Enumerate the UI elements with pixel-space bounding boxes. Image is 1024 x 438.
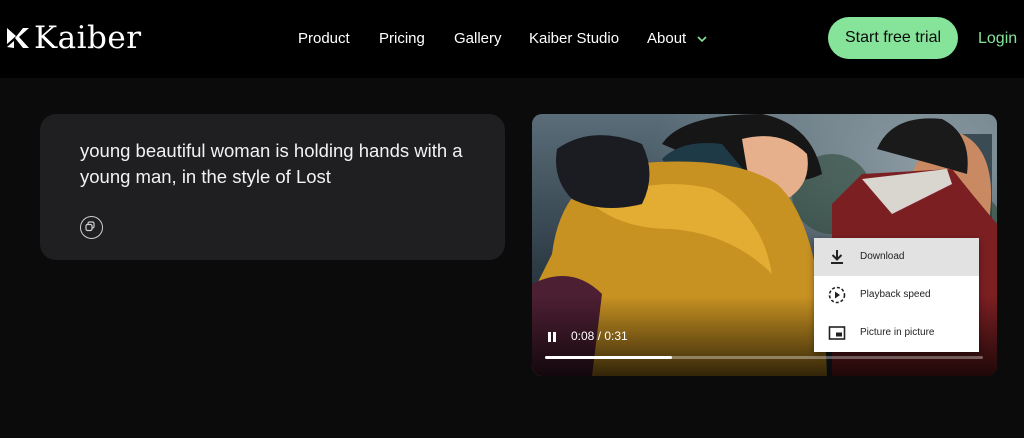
copy-icon	[84, 220, 95, 231]
progress-bar[interactable]	[545, 356, 983, 359]
menu-item-picture-in-picture[interactable]: Picture in picture	[814, 314, 979, 352]
login-link[interactable]: Login	[978, 28, 1017, 50]
progress-fill	[545, 356, 673, 359]
nav-kaiber-studio[interactable]: Kaiber Studio	[529, 28, 619, 50]
nav-pricing[interactable]: Pricing	[379, 28, 425, 50]
video-options-menu: Download Playback speed Picture in pictu…	[814, 238, 979, 352]
nav-gallery[interactable]: Gallery	[454, 28, 502, 50]
menu-label-picture-in-picture: Picture in picture	[860, 327, 935, 338]
brand-name: Kaiber	[34, 20, 142, 56]
picture-in-picture-icon	[828, 326, 846, 340]
playback-speed-icon	[828, 286, 846, 304]
pause-icon[interactable]	[546, 331, 558, 343]
copy-prompt-button[interactable]	[80, 216, 103, 239]
menu-item-playback-speed[interactable]: Playback speed	[814, 276, 979, 314]
nav-product[interactable]: Product	[298, 28, 350, 50]
nav-about[interactable]: About	[647, 28, 686, 50]
kaiber-logo[interactable]: Kaiber	[4, 20, 142, 56]
menu-item-download[interactable]: Download	[814, 238, 979, 276]
download-icon	[831, 250, 843, 264]
kaiber-logo-icon	[7, 28, 29, 48]
top-navigation-bar: Kaiber Product Pricing Gallery Kaiber St…	[0, 0, 1024, 78]
menu-label-download: Download	[860, 251, 905, 262]
prompt-card: young beautiful woman is holding hands w…	[40, 114, 505, 260]
start-free-trial-button[interactable]: Start free trial	[828, 17, 958, 59]
prompt-text: young beautiful woman is holding hands w…	[80, 140, 463, 187]
menu-label-playback-speed: Playback speed	[860, 289, 931, 300]
playback-time: 0:08 / 0:31	[571, 329, 628, 343]
chevron-down-icon[interactable]	[696, 33, 708, 45]
